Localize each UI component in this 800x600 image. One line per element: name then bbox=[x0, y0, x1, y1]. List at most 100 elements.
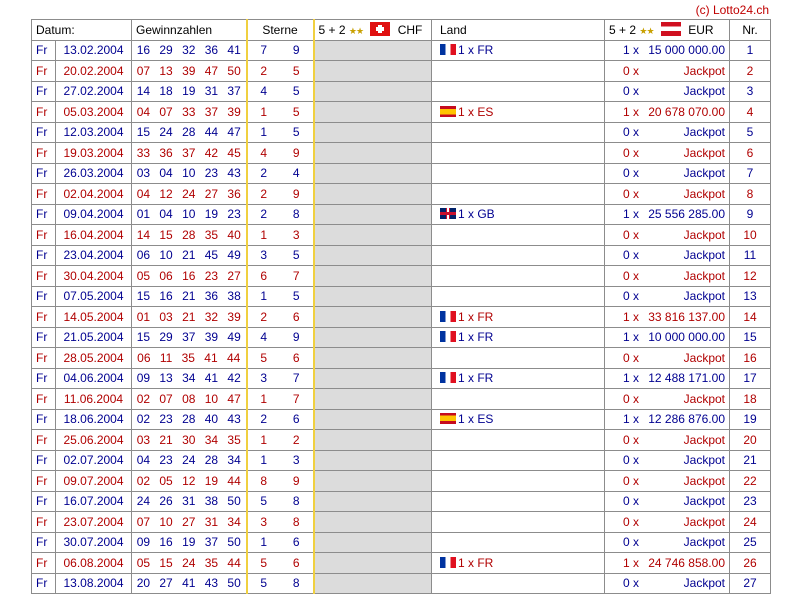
table-row: Fr 21.05.2004 15 29 37 39 49 4 9 1 x FR 1 x 10 … bbox=[31, 326, 771, 348]
winner-count: 0 x bbox=[623, 248, 640, 263]
stars-cell: 29 bbox=[245, 183, 315, 205]
numbers-cell: 15 24 28 44 47 bbox=[131, 121, 247, 143]
winner-count: 0 x bbox=[623, 535, 640, 550]
table-row: Fr 07.05.2004 15 16 21 36 38 1 5 0 x Jackpot 13 bbox=[31, 285, 771, 307]
winner-count: 0 x bbox=[623, 63, 640, 78]
weekday-cell: Fr bbox=[31, 162, 56, 184]
swiss-flag-icon bbox=[370, 22, 391, 37]
eur-cell: 0 x Jackpot bbox=[604, 429, 730, 451]
winner-count: 0 x bbox=[623, 432, 640, 447]
numbers-cell: 20 27 41 43 50 bbox=[131, 572, 247, 594]
date-cell: 05.03.2004 bbox=[55, 101, 132, 123]
land-cell bbox=[431, 80, 605, 102]
weekday-cell: Fr bbox=[31, 347, 56, 369]
star-number-2: 7 bbox=[292, 371, 300, 386]
star-number-1: 3 bbox=[260, 248, 268, 263]
eur-cell: 0 x Jackpot bbox=[604, 121, 730, 143]
stars-cell: 24 bbox=[245, 162, 315, 184]
land-cell bbox=[431, 183, 605, 205]
eur-amount: Jackpot bbox=[683, 473, 725, 488]
chf-cell bbox=[313, 244, 432, 266]
chf-cell bbox=[313, 490, 432, 512]
table-row: Fr 09.07.2004 02 05 12 19 44 8 9 0 x Jackpot 22 bbox=[31, 470, 771, 492]
header-nr: Nr. bbox=[729, 19, 771, 41]
numbers-cell: 15 29 37 39 49 bbox=[131, 326, 247, 348]
winner-count: 1 x bbox=[623, 207, 640, 222]
date-cell: 30.04.2004 bbox=[55, 265, 132, 287]
eur-amount: Jackpot bbox=[683, 350, 725, 365]
land-cell: 1 x FR bbox=[431, 552, 605, 574]
weekday-cell: Fr bbox=[31, 224, 56, 246]
eur-cell: 0 x Jackpot bbox=[604, 162, 730, 184]
date-cell: 18.06.2004 bbox=[55, 408, 132, 430]
numbers-cell: 07 10 27 31 34 bbox=[131, 511, 247, 533]
star-number-2: 6 bbox=[292, 535, 300, 550]
date-cell: 21.05.2004 bbox=[55, 326, 132, 348]
weekday-cell: Fr bbox=[31, 449, 56, 471]
numbers-cell: 24 26 31 38 50 bbox=[131, 490, 247, 512]
eur-cell: 1 x 12 488 171.00 bbox=[604, 367, 730, 389]
land-cell: 1 x FR bbox=[431, 306, 605, 328]
land-text: 1 x FR bbox=[458, 371, 494, 386]
chf-cell bbox=[313, 511, 432, 533]
stars-cell: 49 bbox=[245, 326, 315, 348]
weekday-cell: Fr bbox=[31, 552, 56, 574]
date-cell: 02.07.2004 bbox=[55, 449, 132, 471]
land-cell: 1 x FR bbox=[431, 326, 605, 348]
table-row: Fr 13.08.2004 20 27 41 43 50 5 8 0 x Jackpot 27 bbox=[31, 572, 771, 594]
numbers-cell: 06 10 21 45 49 bbox=[131, 244, 247, 266]
star-number-2: 4 bbox=[292, 166, 300, 181]
weekday-cell: Fr bbox=[31, 367, 56, 389]
draw-number-cell: 21 bbox=[729, 449, 771, 471]
eur-amount: Jackpot bbox=[683, 432, 725, 447]
copyright-text: (c) Lotto24.ch bbox=[695, 3, 769, 17]
chf-cell bbox=[313, 326, 432, 348]
weekday-cell: Fr bbox=[31, 572, 56, 594]
winner-count: 0 x bbox=[623, 391, 640, 406]
land-cell bbox=[431, 531, 605, 553]
star-number-1: 2 bbox=[260, 63, 268, 78]
stars-cell: 26 bbox=[245, 408, 315, 430]
eur-cell: 0 x Jackpot bbox=[604, 511, 730, 533]
land-cell bbox=[431, 388, 605, 410]
table-row: Fr 12.03.2004 15 24 28 44 47 1 5 0 x Jackpot 5 bbox=[31, 121, 771, 143]
stars-cell: 49 bbox=[245, 142, 315, 164]
header-chf-label: CHF bbox=[397, 23, 423, 38]
eur-cell: 0 x Jackpot bbox=[604, 265, 730, 287]
star-number-2: 6 bbox=[292, 555, 300, 570]
eur-amount: Jackpot bbox=[683, 289, 725, 304]
chf-cell bbox=[313, 388, 432, 410]
table-row: Fr 25.06.2004 03 21 30 34 35 1 2 0 x Jackpot 20 bbox=[31, 429, 771, 451]
weekday-cell: Fr bbox=[31, 388, 56, 410]
winner-count: 0 x bbox=[623, 268, 640, 283]
chf-cell bbox=[313, 80, 432, 102]
numbers-cell: 09 13 34 41 42 bbox=[131, 367, 247, 389]
stars-cell: 13 bbox=[245, 449, 315, 471]
land-cell: 1 x FR bbox=[431, 39, 605, 61]
eur-amount: Jackpot bbox=[683, 125, 725, 140]
land-text: 1 x FR bbox=[458, 330, 494, 345]
land-cell bbox=[431, 449, 605, 471]
weekday-cell: Fr bbox=[31, 531, 56, 553]
star-number-1: 1 bbox=[260, 391, 268, 406]
chf-cell bbox=[313, 347, 432, 369]
chf-cell bbox=[313, 39, 432, 61]
table-row: Fr 28.05.2004 06 11 35 41 44 5 6 0 x Jackpot 16 bbox=[31, 347, 771, 369]
land-text: 1 x GB bbox=[458, 207, 495, 222]
date-cell: 04.06.2004 bbox=[55, 367, 132, 389]
numbers-cell: 01 04 10 19 23 bbox=[131, 203, 247, 225]
weekday-cell: Fr bbox=[31, 326, 56, 348]
stars-cell: 37 bbox=[245, 367, 315, 389]
weekday-cell: Fr bbox=[31, 490, 56, 512]
draw-number-cell: 6 bbox=[729, 142, 771, 164]
land-cell bbox=[431, 265, 605, 287]
star-number-2: 2 bbox=[292, 432, 300, 447]
star-number-2: 8 bbox=[292, 494, 300, 509]
star-number-2: 9 bbox=[292, 43, 300, 58]
date-cell: 12.03.2004 bbox=[55, 121, 132, 143]
land-cell bbox=[431, 162, 605, 184]
eur-amount: Jackpot bbox=[683, 186, 725, 201]
flag-fr-icon bbox=[440, 331, 456, 343]
weekday-cell: Fr bbox=[31, 121, 56, 143]
star-number-1: 5 bbox=[260, 350, 268, 365]
